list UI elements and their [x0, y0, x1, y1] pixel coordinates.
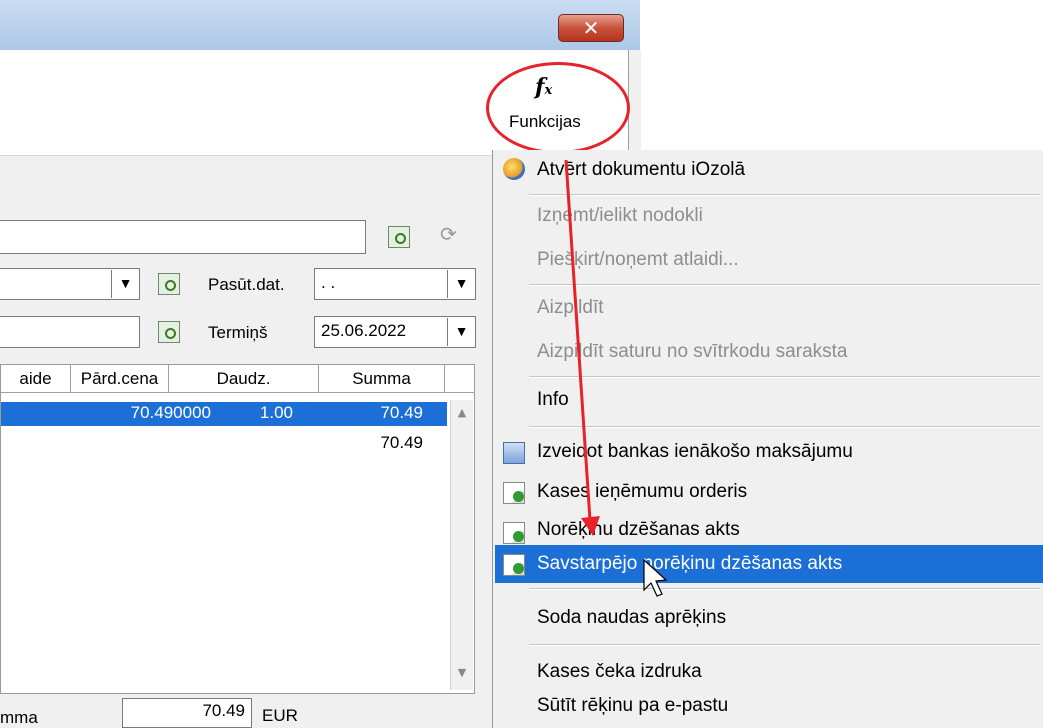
- mouse-cursor-icon: [643, 558, 668, 597]
- annotation-arrow: [564, 159, 668, 597]
